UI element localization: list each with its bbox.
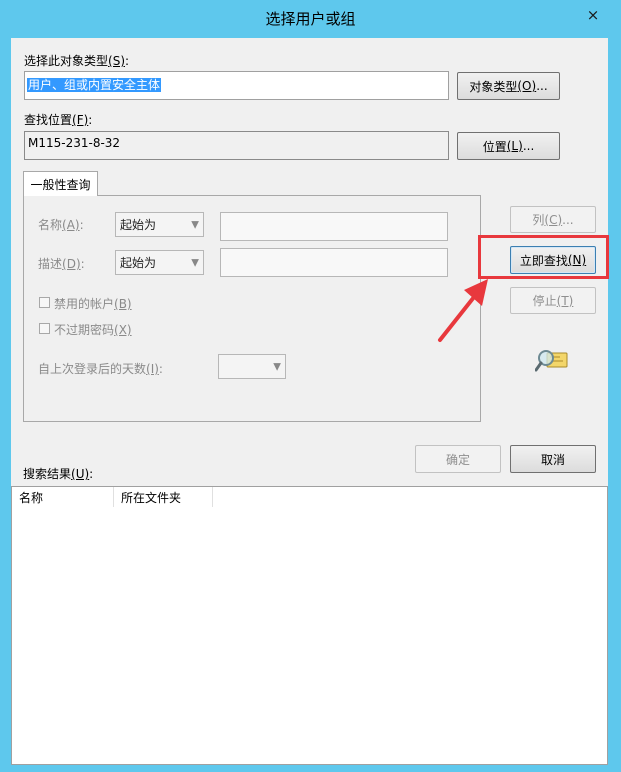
description-input[interactable] — [220, 248, 448, 277]
title-bar: 选择用户或组 × — [0, 0, 621, 38]
column-header-folder[interactable]: 所在文件夹 — [114, 487, 213, 507]
object-type-field[interactable]: 用户、组或内置安全主体 — [24, 71, 449, 100]
name-input[interactable] — [220, 212, 448, 241]
non-expiring-password-label: 不过期密码(X) — [54, 323, 132, 337]
location-value: M115-231-8-32 — [28, 136, 121, 150]
window-title: 选择用户或组 — [265, 10, 356, 28]
ok-button[interactable]: 确定 — [415, 445, 501, 473]
non-expiring-password-checkbox[interactable] — [39, 323, 50, 334]
location-field: M115-231-8-32 — [24, 131, 449, 160]
search-results-label: 搜索结果(U): — [23, 467, 94, 481]
search-users-icon — [535, 350, 568, 372]
disabled-accounts-label: 禁用的帐户(B) — [54, 297, 132, 311]
locations-button[interactable]: 位置 (L)... — [457, 132, 560, 160]
chevron-down-icon: ▼ — [273, 361, 281, 372]
disabled-accounts-checkbox[interactable] — [39, 297, 50, 308]
object-type-value: 用户、组或内置安全主体 — [27, 78, 162, 92]
name-operator-select[interactable]: 起始为 ▼ — [115, 212, 204, 237]
days-since-logon-label: 自上次登录后的天数(I): — [38, 362, 163, 376]
name-label: 名称(A): — [38, 218, 84, 232]
description-operator-select[interactable]: 起始为 ▼ — [115, 250, 204, 275]
object-type-label: 选择此对象类型(S): — [24, 54, 130, 68]
description-label: 描述(D): — [38, 257, 85, 271]
dialog-body: 选择此对象类型(S): 用户、组或内置安全主体 对象类型 (O)... 查找位置(… — [11, 38, 608, 765]
chevron-down-icon: ▼ — [191, 257, 199, 268]
close-button[interactable]: × — [576, 0, 610, 29]
chevron-down-icon: ▼ — [191, 219, 199, 230]
search-results-list[interactable]: 名称 所在文件夹 — [11, 486, 608, 765]
days-since-logon-select[interactable]: ▼ — [218, 354, 286, 379]
columns-button[interactable]: 列 (C)... — [510, 206, 596, 233]
object-types-button[interactable]: 对象类型 (O)... — [457, 72, 560, 100]
tab-general-queries[interactable]: 一般性查询 — [23, 171, 98, 196]
stop-button[interactable]: 停止 (T) — [510, 287, 596, 314]
cancel-button[interactable]: 取消 — [510, 445, 596, 473]
annotation-arrow-icon — [438, 279, 488, 342]
close-icon: × — [586, 5, 600, 24]
annotation-highlight-box — [478, 235, 609, 279]
column-header-name[interactable]: 名称 — [12, 487, 114, 507]
location-label: 查找位置(F): — [24, 113, 93, 127]
